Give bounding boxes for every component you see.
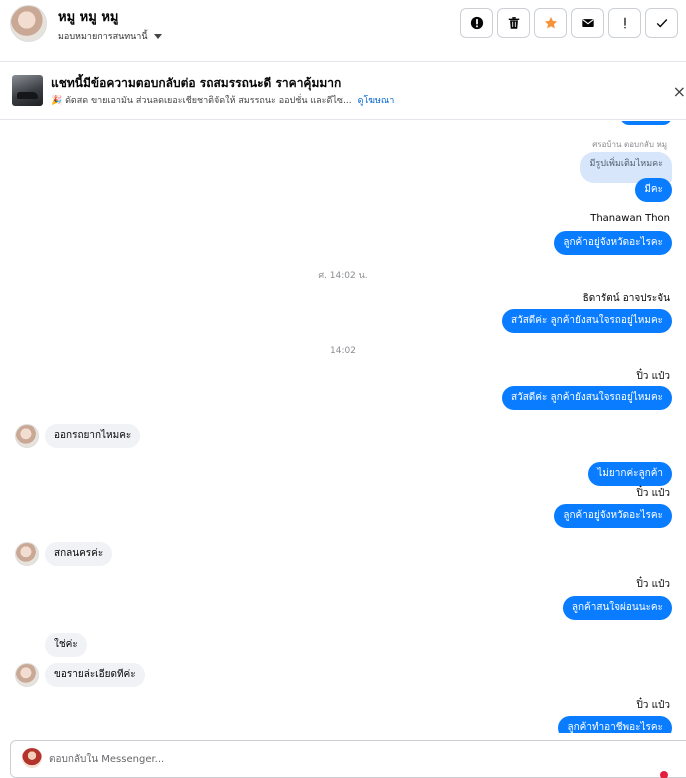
close-icon[interactable]: × bbox=[673, 82, 686, 101]
checkmark-icon bbox=[656, 19, 667, 28]
sender-name: ปิ๋ว แป๋ว bbox=[636, 579, 670, 590]
delete-button[interactable] bbox=[497, 8, 530, 38]
outgoing-message[interactable]: มีคะ bbox=[635, 178, 672, 202]
star-button[interactable] bbox=[534, 8, 567, 38]
assign-conversation-dropdown[interactable]: มอบหมายการสนทนานี้ bbox=[58, 29, 162, 43]
star-icon bbox=[544, 16, 557, 29]
sender-name: Thanawan Thon bbox=[590, 213, 670, 224]
outgoing-message-cutoff bbox=[620, 121, 672, 125]
ad-title: แชทนี้มีข้อความตอบกลับต่อ รถสมรรถนะดี รา… bbox=[51, 76, 342, 90]
mark-spam-button[interactable] bbox=[608, 8, 641, 38]
reply-composer bbox=[10, 740, 686, 778]
ad-reply-banner: แชทนี้มีข้อความตอบกลับต่อ รถสมรรถนะดี รา… bbox=[0, 62, 686, 120]
incoming-message[interactable]: ออกรถยากไหมคะ bbox=[45, 424, 141, 448]
mark-done-button[interactable] bbox=[645, 8, 678, 38]
timestamp: 14:02 bbox=[330, 346, 356, 356]
reply-note: ศรอบ้าน ตอบกลับ หมู bbox=[592, 140, 667, 149]
envelope-icon bbox=[581, 19, 594, 27]
sender-name: ปิ๋ว แป๋ว bbox=[636, 700, 670, 711]
incoming-message[interactable]: สกลนครค่ะ bbox=[45, 542, 113, 566]
outgoing-message[interactable]: สวัสดีค่ะ ลูกค้ายังสนใจรถอยู่ไหมคะ bbox=[501, 386, 672, 410]
sender-name: ปิ๋ว แป๋ว bbox=[636, 371, 670, 382]
exclamation-icon bbox=[623, 17, 626, 29]
email-button[interactable] bbox=[571, 8, 604, 38]
page-avatar bbox=[22, 748, 42, 768]
ad-thumbnail bbox=[12, 75, 43, 106]
contact-avatar[interactable] bbox=[10, 5, 47, 42]
report-button[interactable] bbox=[460, 8, 493, 38]
outgoing-message[interactable]: ลูกค้าอยู่จังหวัดอะไรคะ bbox=[554, 231, 672, 255]
trash-icon bbox=[508, 17, 519, 29]
timestamp: ศ. 14:02 น. bbox=[318, 271, 368, 281]
contact-avatar-small bbox=[15, 663, 39, 687]
incoming-message[interactable]: ใช่ค่ะ bbox=[45, 633, 87, 657]
message-thread[interactable]: ศรอบ้าน ตอบกลับ หมู มีรูปเพิ่มเติมไหมคะ … bbox=[0, 121, 686, 733]
outgoing-message[interactable]: ลูกค้าสนใจผ่อนนะคะ bbox=[562, 596, 672, 620]
ad-description-row: 🎉 ดัดสด ขายเอามัน ส่วนลดเยอะเชียชาติจัดใ… bbox=[51, 93, 394, 107]
header-actions bbox=[460, 8, 678, 38]
conversation-header: หมู หมู หมู มอบหมายการสนทนานี้ bbox=[0, 0, 686, 62]
sender-name: ธิดารัตน์ อาจประจัน bbox=[582, 293, 670, 304]
caret-down-icon bbox=[153, 33, 162, 39]
incoming-message[interactable]: ขอรายล่ะเอียดทีค่ะ bbox=[45, 663, 145, 687]
assign-conversation-label: มอบหมายการสนทนานี้ bbox=[58, 32, 148, 42]
contact-name[interactable]: หมู หมู หมู bbox=[58, 6, 118, 27]
alert-circle-icon bbox=[470, 16, 483, 30]
view-ad-link[interactable]: ดูโฆษณา bbox=[358, 96, 395, 106]
outgoing-message[interactable]: ลูกค้าทำอาชีพอะไรคะ bbox=[558, 716, 672, 733]
contact-avatar-small bbox=[15, 542, 39, 566]
outgoing-message[interactable]: สวัสดีค่ะ ลูกค้ายังสนใจรถอยู่ไหมคะ bbox=[501, 309, 672, 333]
reply-input[interactable] bbox=[49, 750, 649, 768]
notification-dot bbox=[660, 771, 668, 778]
outgoing-message[interactable]: ไม่ยากค่ะลูกค้า bbox=[588, 462, 672, 486]
outgoing-message[interactable]: ลูกค้าอยู่จังหวัดอะไรคะ bbox=[554, 504, 672, 528]
contact-avatar-small bbox=[15, 424, 39, 448]
sender-name: ปิ๋ว แป๋ว bbox=[636, 488, 670, 499]
ad-description: 🎉 ดัดสด ขายเอามัน ส่วนลดเยอะเชียชาติจัดใ… bbox=[51, 96, 352, 106]
